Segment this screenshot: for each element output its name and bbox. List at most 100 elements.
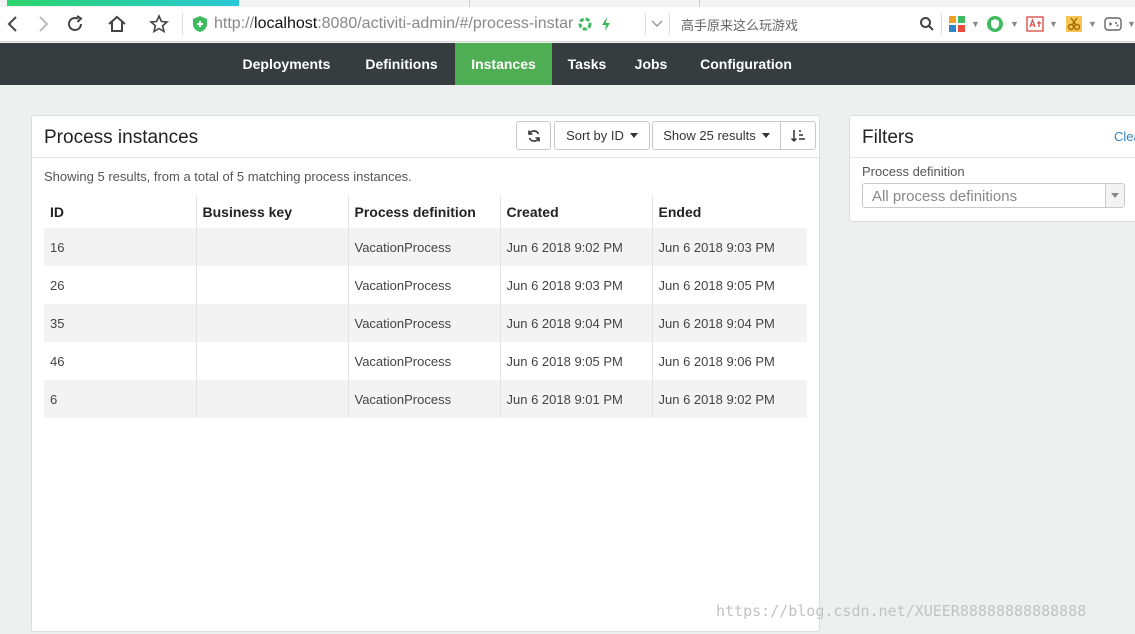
chevron-down-icon[interactable]: ▼ — [971, 19, 980, 29]
refresh-icon — [527, 129, 540, 142]
search-button[interactable] — [917, 14, 937, 34]
cell-created: Jun 6 2018 9:03 PM — [499, 266, 652, 304]
sort-dropdown[interactable]: Sort by ID — [554, 121, 650, 150]
address-bar[interactable]: http://localhost:8080/activiti-admin/#/p… — [184, 11, 669, 37]
app-navbar: Deployments Definitions Instances Tasks … — [0, 43, 1135, 85]
cell-id: 16 — [44, 228, 196, 266]
back-button[interactable] — [2, 13, 24, 35]
cell-id: 26 — [44, 266, 196, 304]
nav-item-jobs[interactable]: Jobs — [625, 43, 677, 85]
reload-button[interactable] — [64, 13, 86, 35]
results-summary: Showing 5 results, from a total of 5 mat… — [44, 169, 412, 184]
screenshot-extension[interactable] — [1064, 14, 1084, 34]
translate-extension[interactable] — [1025, 14, 1045, 34]
divider — [850, 157, 1135, 158]
apps-icon — [949, 16, 965, 32]
panel-title: Process instances — [44, 127, 199, 148]
sort-order-icon — [790, 129, 805, 142]
filters-title: Filters — [862, 127, 914, 148]
instances-table: ID Business key Process definition Creat… — [44, 196, 807, 418]
chevron-down-icon[interactable]: ▼ — [1088, 19, 1097, 29]
nav-item-instances[interactable]: Instances — [455, 43, 552, 85]
page-size-label: Show 25 results — [663, 128, 756, 143]
refresh-button[interactable] — [516, 121, 551, 150]
tab-separator — [469, 0, 470, 7]
divider — [669, 13, 670, 35]
sort-order-button[interactable] — [780, 121, 816, 150]
bookmark-button[interactable] — [148, 13, 170, 35]
cell-ended: Jun 6 2018 9:05 PM — [651, 266, 807, 304]
lightning-icon[interactable] — [600, 16, 612, 32]
apps-extension[interactable] — [947, 14, 967, 34]
chevron-down-icon — [651, 20, 663, 28]
speed-dial-icon[interactable] — [578, 17, 592, 31]
cell-process-definition: VacationProcess — [347, 228, 500, 266]
cell-business-key — [195, 228, 348, 266]
shield-icon — [193, 16, 207, 32]
search-suggestion[interactable]: 高手原来这么玩游戏 — [681, 15, 798, 34]
cell-created: Jun 6 2018 9:05 PM — [499, 342, 652, 380]
sort-label: Sort by ID — [566, 128, 624, 143]
table-header-row: ID Business key Process definition Creat… — [44, 196, 807, 228]
select-arrow[interactable] — [1105, 184, 1124, 207]
tab-loading-bar — [7, 0, 239, 6]
address-dropdown[interactable] — [646, 13, 668, 35]
caret-down-icon — [761, 133, 770, 138]
process-definition-select[interactable]: All process definitions — [862, 183, 1125, 208]
cell-created: Jun 6 2018 9:04 PM — [499, 304, 652, 342]
nav-item-configuration[interactable]: Configuration — [684, 43, 808, 85]
url-host: localhost — [254, 15, 318, 32]
cell-id: 35 — [44, 304, 196, 342]
table-row[interactable]: 26 VacationProcess Jun 6 2018 9:03 PM Ju… — [44, 266, 807, 304]
caret-down-icon — [1111, 192, 1119, 198]
chevron-down-icon[interactable]: ▼ — [1049, 19, 1058, 29]
column-header-id[interactable]: ID — [44, 196, 196, 228]
reload-icon — [68, 15, 83, 31]
column-header-process-definition[interactable]: Process definition — [347, 196, 500, 228]
process-definition-label: Process definition — [862, 164, 965, 179]
chevron-down-icon[interactable]: ▼ — [1127, 19, 1135, 29]
cell-process-definition: VacationProcess — [347, 380, 500, 418]
cell-id: 46 — [44, 342, 196, 380]
url-scheme: http:// — [214, 15, 255, 32]
cell-ended: Jun 6 2018 9:02 PM — [651, 380, 807, 418]
column-header-business-key[interactable]: Business key — [195, 196, 348, 228]
scissors-icon — [1066, 16, 1082, 32]
browser-tab-strip — [0, 0, 1135, 7]
cell-created: Jun 6 2018 9:01 PM — [499, 380, 652, 418]
cell-ended: Jun 6 2018 9:04 PM — [651, 304, 807, 342]
cell-business-key — [195, 342, 348, 380]
gamepad-icon — [1104, 17, 1122, 31]
chevron-down-icon[interactable]: ▼ — [1010, 19, 1019, 29]
home-button[interactable] — [106, 13, 128, 35]
cell-process-definition: VacationProcess — [347, 266, 500, 304]
nav-item-deployments[interactable]: Deployments — [227, 43, 346, 85]
translate-icon — [1026, 16, 1044, 32]
table-row[interactable]: 16 VacationProcess Jun 6 2018 9:02 PM Ju… — [44, 228, 807, 266]
process-instances-panel: Process instances Sort by ID Show 25 res… — [31, 115, 820, 632]
cell-process-definition: VacationProcess — [347, 304, 500, 342]
divider — [182, 13, 183, 35]
filters-panel: Filters Clea Process definition All proc… — [849, 115, 1135, 222]
divider — [32, 157, 819, 158]
forward-icon — [39, 16, 49, 32]
forward-button[interactable] — [32, 13, 54, 35]
page-size-dropdown[interactable]: Show 25 results — [652, 121, 781, 150]
star-icon — [149, 14, 169, 34]
table-row[interactable]: 6 VacationProcess Jun 6 2018 9:01 PM Jun… — [44, 380, 807, 418]
table-row[interactable]: 46 VacationProcess Jun 6 2018 9:05 PM Ju… — [44, 342, 807, 380]
clear-filters-link[interactable]: Clea — [1114, 129, 1135, 144]
cell-business-key — [195, 266, 348, 304]
nav-item-definitions[interactable]: Definitions — [351, 43, 452, 85]
caret-down-icon — [629, 133, 638, 138]
column-header-created[interactable]: Created — [499, 196, 652, 228]
game-extension[interactable] — [1103, 14, 1123, 34]
shield-badge-icon — [987, 16, 1003, 32]
back-icon — [7, 16, 17, 32]
home-icon — [108, 15, 126, 32]
table-row[interactable]: 35 VacationProcess Jun 6 2018 9:04 PM Ju… — [44, 304, 807, 342]
process-definition-value: All process definitions — [872, 188, 1018, 205]
security-extension[interactable] — [985, 14, 1005, 34]
column-header-ended[interactable]: Ended — [651, 196, 807, 228]
nav-item-tasks[interactable]: Tasks — [555, 43, 619, 85]
